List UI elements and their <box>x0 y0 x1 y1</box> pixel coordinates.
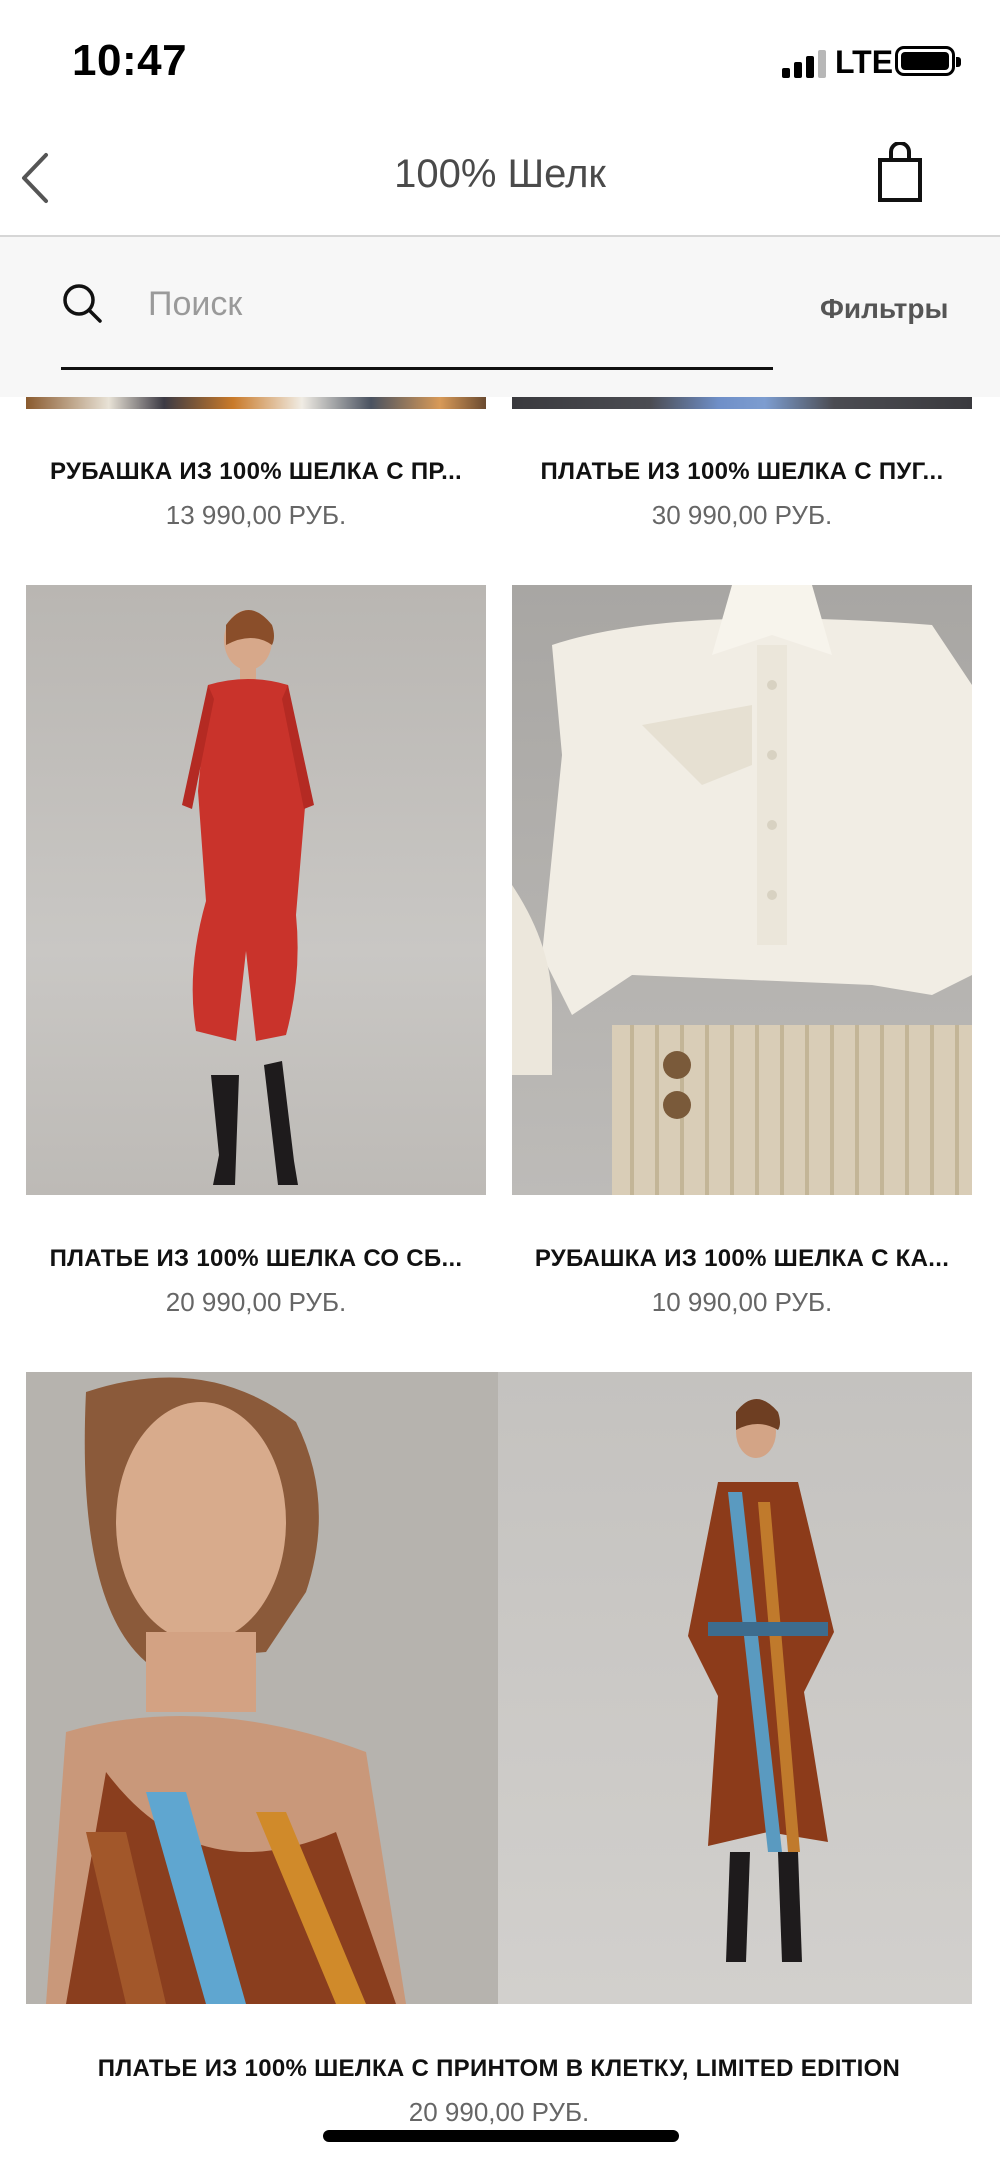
filters-button[interactable]: Фильтры <box>820 293 948 325</box>
product-name[interactable]: ПЛАТЬЕ ИЗ 100% ШЕЛКА С ПУГ... <box>512 458 972 486</box>
status-bar: 10:47 LTE <box>0 0 1000 120</box>
product-name[interactable]: ПЛАТЬЕ ИЗ 100% ШЕЛКА С ПРИНТОМ В КЛЕТКУ,… <box>26 2055 972 2083</box>
search-underline <box>61 367 773 370</box>
product-image[interactable] <box>26 397 486 409</box>
model-silhouette <box>46 1377 406 2004</box>
model-silhouette <box>182 610 314 1185</box>
search-input[interactable] <box>146 277 750 331</box>
product-image[interactable] <box>512 397 972 409</box>
nav-bar: 100% Шелк <box>0 120 1000 237</box>
product-price: 30 990,00 РУБ. <box>651 500 833 530</box>
page-title: 100% Шелк <box>394 152 606 196</box>
model-silhouette <box>688 1399 834 1962</box>
search-bar: Фильтры <box>0 237 1000 397</box>
model-silhouette <box>512 585 972 1195</box>
home-indicator[interactable] <box>323 2130 679 2142</box>
battery-icon <box>895 46 961 76</box>
cart-button[interactable] <box>870 141 930 208</box>
product-image[interactable] <box>26 585 486 1195</box>
product-price: 10 990,00 РУБ. <box>651 1287 833 1317</box>
product-name[interactable]: РУБАШКА ИЗ 100% ШЕЛКА С ПР... <box>26 458 486 486</box>
product-name[interactable]: ПЛАТЬЕ ИЗ 100% ШЕЛКА СО СБ... <box>26 1245 486 1273</box>
product-name[interactable]: РУБАШКА ИЗ 100% ШЕЛКА С КА... <box>512 1245 972 1273</box>
network-type: LTE <box>835 44 894 80</box>
search-icon <box>63 284 102 323</box>
product-image[interactable] <box>512 585 972 1195</box>
signal-icon <box>782 50 828 78</box>
shopping-bag-icon <box>878 141 922 202</box>
product-price: 20 990,00 РУБ. <box>165 1287 347 1317</box>
product-price: 13 990,00 РУБ. <box>165 500 347 530</box>
product-image[interactable] <box>26 1372 498 2004</box>
status-time: 10:47 <box>72 36 188 85</box>
product-image[interactable] <box>498 1372 972 2004</box>
product-price: 20 990,00 РУБ. <box>408 2097 590 2127</box>
